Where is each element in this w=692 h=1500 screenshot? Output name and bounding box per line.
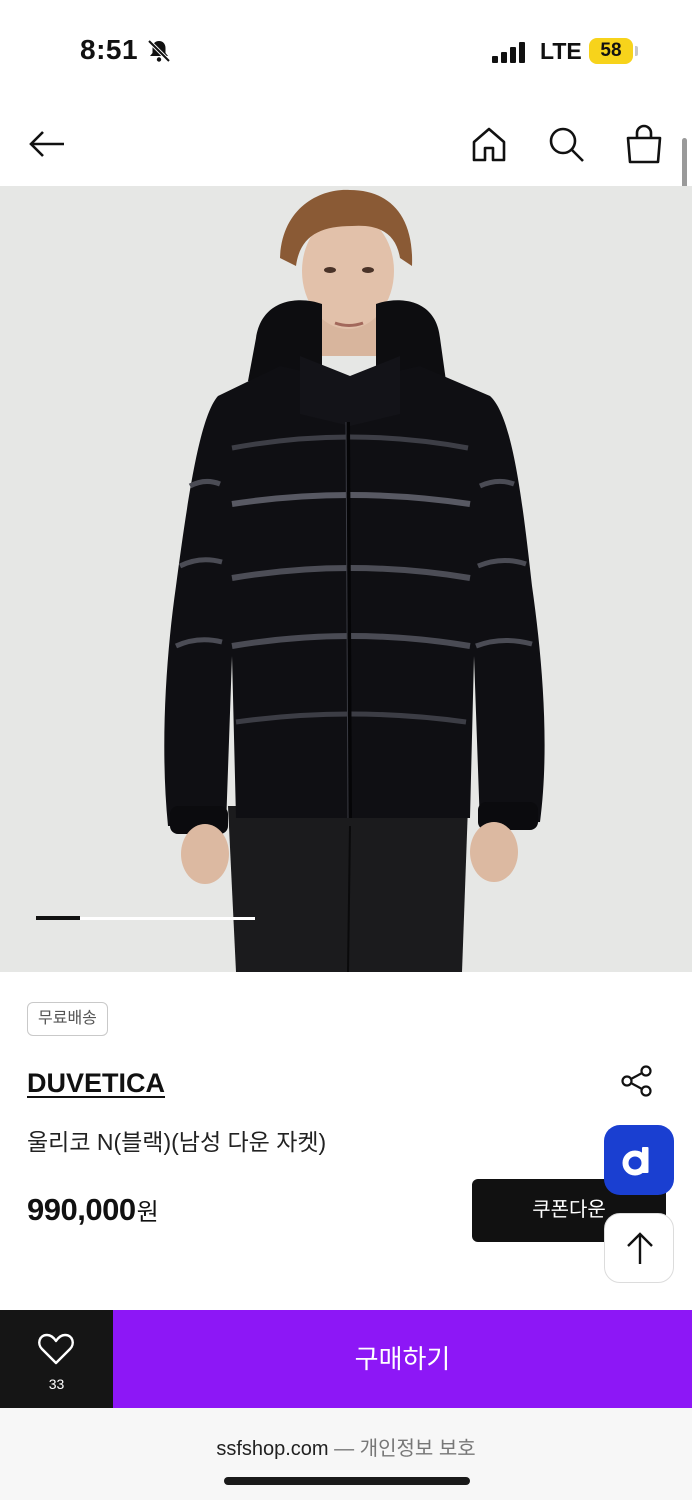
status-time: 8:51	[80, 34, 139, 65]
top-navigation-bar	[0, 100, 692, 186]
network-type: LTE	[540, 38, 582, 64]
price-currency: 원	[136, 1199, 159, 1226]
free-shipping-badge: 무료배송	[27, 1002, 108, 1036]
back-arrow-icon[interactable]	[26, 124, 66, 164]
address-separator: —	[328, 1438, 360, 1460]
home-icon[interactable]	[469, 124, 509, 164]
battery-indicator: 58	[589, 38, 633, 64]
shopping-bag-icon[interactable]	[624, 124, 664, 164]
site-domain: ssfshop.com	[216, 1438, 329, 1460]
price-value: 990,000	[27, 1192, 136, 1227]
cellular-signal-icon	[492, 42, 525, 63]
address-text: ssfshop.com — 개인정보 보호	[0, 1432, 692, 1461]
product-photo	[164, 189, 545, 972]
browser-address-bar[interactable]: ssfshop.com — 개인정보 보호	[0, 1408, 692, 1500]
wishlist-button[interactable]: 33	[0, 1310, 113, 1408]
privacy-label: 개인정보 보호	[359, 1438, 476, 1460]
scroll-to-top-button[interactable]	[604, 1213, 674, 1283]
wishlist-count: 33	[48, 1376, 65, 1392]
buy-now-button[interactable]: 구매하기	[113, 1310, 692, 1408]
battery-nub	[635, 46, 638, 56]
arrow-up-icon	[627, 1232, 653, 1264]
share-icon[interactable]	[620, 1064, 654, 1098]
home-indicator[interactable]	[224, 1477, 470, 1485]
product-price: 990,000원	[27, 1192, 159, 1228]
brand-name-link[interactable]: DUVETICA	[27, 1068, 165, 1099]
search-icon[interactable]	[546, 124, 586, 164]
carousel-progress-indicator	[36, 916, 80, 920]
app-launcher-button[interactable]	[604, 1125, 674, 1195]
product-title: 울리코 N(블랙)(남성 다운 자켓)	[27, 1129, 327, 1155]
heart-icon	[38, 1333, 74, 1365]
status-bar: 8:51 LTE 58	[0, 0, 692, 100]
bell-slash-icon	[147, 39, 171, 63]
purchase-bar: 33 구매하기	[0, 1310, 692, 1408]
d-logo-icon	[622, 1147, 649, 1176]
product-image[interactable]	[0, 186, 692, 972]
